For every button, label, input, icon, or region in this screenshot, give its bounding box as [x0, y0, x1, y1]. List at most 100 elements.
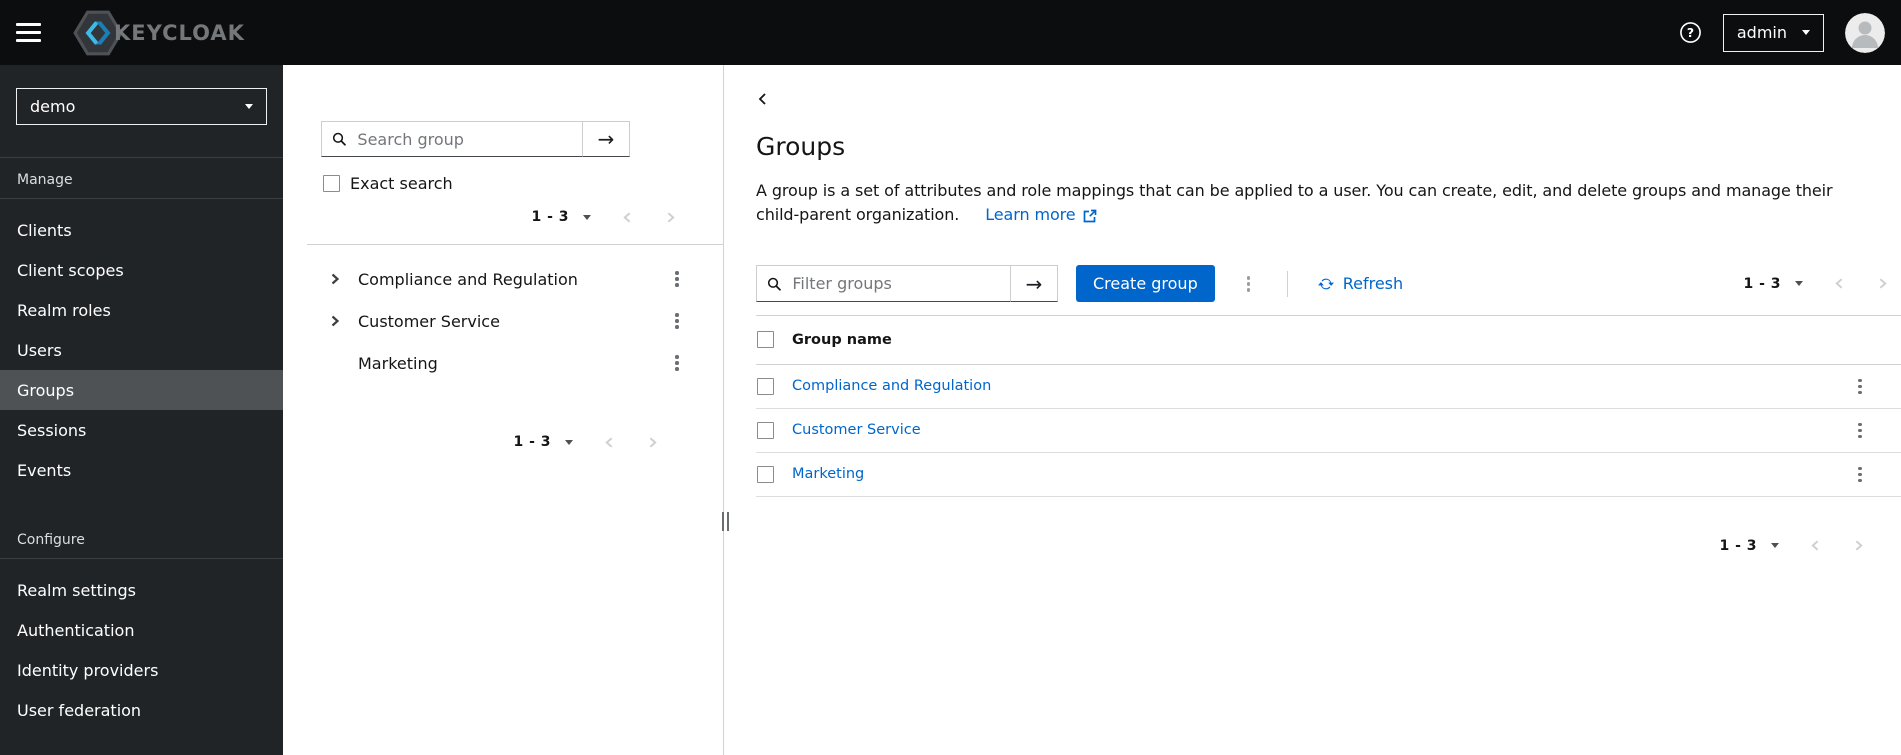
pagination-next-icon[interactable]: [646, 436, 659, 449]
kebab-menu-icon[interactable]: [669, 352, 685, 374]
group-search-submit-button[interactable]: →: [582, 121, 630, 157]
filter-groups-input[interactable]: [790, 273, 1000, 295]
tree-pagination-bottom: 1 - 3: [283, 430, 723, 454]
group-link-marketing[interactable]: Marketing: [792, 466, 864, 482]
sidebar-item-clients[interactable]: Clients: [0, 210, 283, 250]
learn-more-label: Learn more: [985, 205, 1076, 225]
table-pagination-bottom: 1 - 3: [756, 534, 1901, 558]
masthead: KEYCLOAK ? admin: [0, 0, 1901, 65]
keycloak-logo[interactable]: KEYCLOAK: [73, 10, 245, 56]
sidebar-item-users[interactable]: Users: [0, 330, 283, 370]
group-search-field[interactable]: [321, 121, 582, 157]
nav-toggle-hamburger-icon[interactable]: [16, 23, 41, 42]
groups-toolbar: → Create group Refresh 1 - 3: [756, 265, 1901, 303]
page-description: A group is a set of attributes and role …: [756, 179, 1901, 228]
refresh-icon: [1317, 278, 1334, 290]
row-kebab-menu-icon[interactable]: [1852, 464, 1868, 486]
tree-pagination-top: 1 - 3: [283, 205, 723, 229]
pagination-next-icon[interactable]: [1876, 277, 1889, 290]
pagination-prev-icon[interactable]: [621, 211, 634, 224]
realm-selector[interactable]: demo: [16, 88, 267, 125]
page-title: Groups: [756, 132, 846, 161]
tree-item-compliance-and-regulation[interactable]: Compliance and Regulation: [283, 258, 723, 300]
group-link-compliance-and-regulation[interactable]: Compliance and Regulation: [792, 378, 991, 394]
exact-search-label: Exact search: [350, 174, 453, 193]
group-link-customer-service[interactable]: Customer Service: [792, 422, 921, 438]
caret-down-icon: [245, 104, 253, 109]
pagination-prev-icon[interactable]: [1833, 277, 1846, 290]
caret-down-icon: [1802, 30, 1810, 35]
nav-section-configure: Configure: [0, 490, 283, 559]
expand-chevron-icon[interactable]: [329, 315, 343, 327]
tree-item-customer-service[interactable]: Customer Service: [283, 300, 723, 342]
kebab-menu-icon[interactable]: [669, 310, 685, 332]
user-menu-dropdown[interactable]: admin: [1722, 13, 1824, 52]
sidebar: demo Manage Clients Client scopes Realm …: [0, 65, 283, 755]
pagination-next-icon[interactable]: [664, 211, 677, 224]
external-link-icon: [1083, 209, 1096, 222]
sidebar-item-realm-settings[interactable]: Realm settings: [0, 570, 283, 610]
sidebar-item-groups[interactable]: Groups: [0, 370, 283, 410]
sidebar-item-authentication[interactable]: Authentication: [0, 610, 283, 650]
svg-text:?: ?: [1687, 25, 1694, 40]
group-search-input[interactable]: [355, 128, 572, 150]
table-row: Marketing: [756, 453, 1901, 497]
row-checkbox[interactable]: [757, 465, 774, 483]
pagination-range: 1 - 3: [1719, 537, 1757, 554]
description-line-2: child-parent organization.: [756, 205, 960, 225]
table-row: Customer Service: [756, 409, 1901, 453]
sidebar-item-events[interactable]: Events: [0, 450, 283, 490]
description-line-1: A group is a set of attributes and role …: [756, 180, 1833, 200]
row-checkbox[interactable]: [757, 421, 774, 439]
collapse-panel-chevron-icon[interactable]: [756, 92, 772, 106]
pagination-next-icon[interactable]: [1852, 539, 1865, 552]
tree-item-label: Marketing: [358, 353, 438, 373]
select-all-checkbox[interactable]: [757, 331, 774, 349]
group-tree-panel: → Exact search 1 - 3 Compliance and Regu…: [283, 65, 729, 755]
pagination-range: 1 - 3: [531, 209, 569, 225]
refresh-button[interactable]: Refresh: [1317, 274, 1404, 294]
row-checkbox[interactable]: [757, 377, 774, 395]
toolbar-kebab-menu-icon[interactable]: [1241, 273, 1257, 295]
pagination-caret-icon[interactable]: [583, 214, 591, 220]
brand-name: KEYCLOAK: [114, 20, 245, 45]
table-pagination-top: 1 - 3: [1743, 272, 1889, 296]
pagination-prev-icon[interactable]: [603, 436, 616, 449]
tree-item-marketing[interactable]: Marketing: [283, 342, 723, 384]
toolbar-divider: [1286, 270, 1288, 297]
row-kebab-menu-icon[interactable]: [1852, 420, 1868, 442]
filter-submit-button[interactable]: →: [1010, 265, 1058, 303]
pagination-range: 1 - 3: [1743, 275, 1781, 292]
nav-section-manage: Manage: [0, 158, 283, 199]
exact-search-checkbox[interactable]: [323, 175, 340, 192]
expand-chevron-icon[interactable]: [329, 273, 343, 285]
username: admin: [1736, 23, 1787, 42]
tree-item-label: Compliance and Regulation: [358, 269, 578, 289]
groups-table: Group name Compliance and Regulation Cus…: [756, 314, 1901, 497]
column-header-group-name: Group name: [792, 331, 892, 348]
realm-name: demo: [30, 97, 76, 116]
row-kebab-menu-icon[interactable]: [1852, 376, 1868, 398]
table-row: Compliance and Regulation: [756, 365, 1901, 409]
help-icon[interactable]: ?: [1679, 21, 1702, 44]
kebab-menu-icon[interactable]: [669, 268, 685, 290]
pagination-prev-icon[interactable]: [1809, 539, 1822, 552]
sidebar-item-realm-roles[interactable]: Realm roles: [0, 290, 283, 330]
pagination-caret-icon[interactable]: [1795, 281, 1803, 287]
learn-more-link[interactable]: Learn more: [985, 203, 1096, 228]
pagination-caret-icon[interactable]: [1771, 543, 1779, 549]
search-icon: [332, 132, 346, 146]
main-content: Groups A group is a set of attributes an…: [732, 65, 1901, 755]
sidebar-item-sessions[interactable]: Sessions: [0, 410, 283, 450]
avatar[interactable]: [1845, 12, 1885, 53]
sidebar-item-client-scopes[interactable]: Client scopes: [0, 250, 283, 290]
create-group-button[interactable]: Create group: [1076, 265, 1215, 303]
pagination-caret-icon[interactable]: [565, 439, 573, 445]
group-tree: Compliance and Regulation Customer Servi…: [283, 258, 723, 384]
panel-resize-handle[interactable]: [721, 512, 729, 531]
filter-groups-field[interactable]: [756, 265, 1010, 303]
refresh-label: Refresh: [1342, 274, 1404, 294]
pagination-range: 1 - 3: [513, 434, 551, 450]
sidebar-item-user-federation[interactable]: User federation: [0, 690, 283, 730]
sidebar-item-identity-providers[interactable]: Identity providers: [0, 650, 283, 690]
